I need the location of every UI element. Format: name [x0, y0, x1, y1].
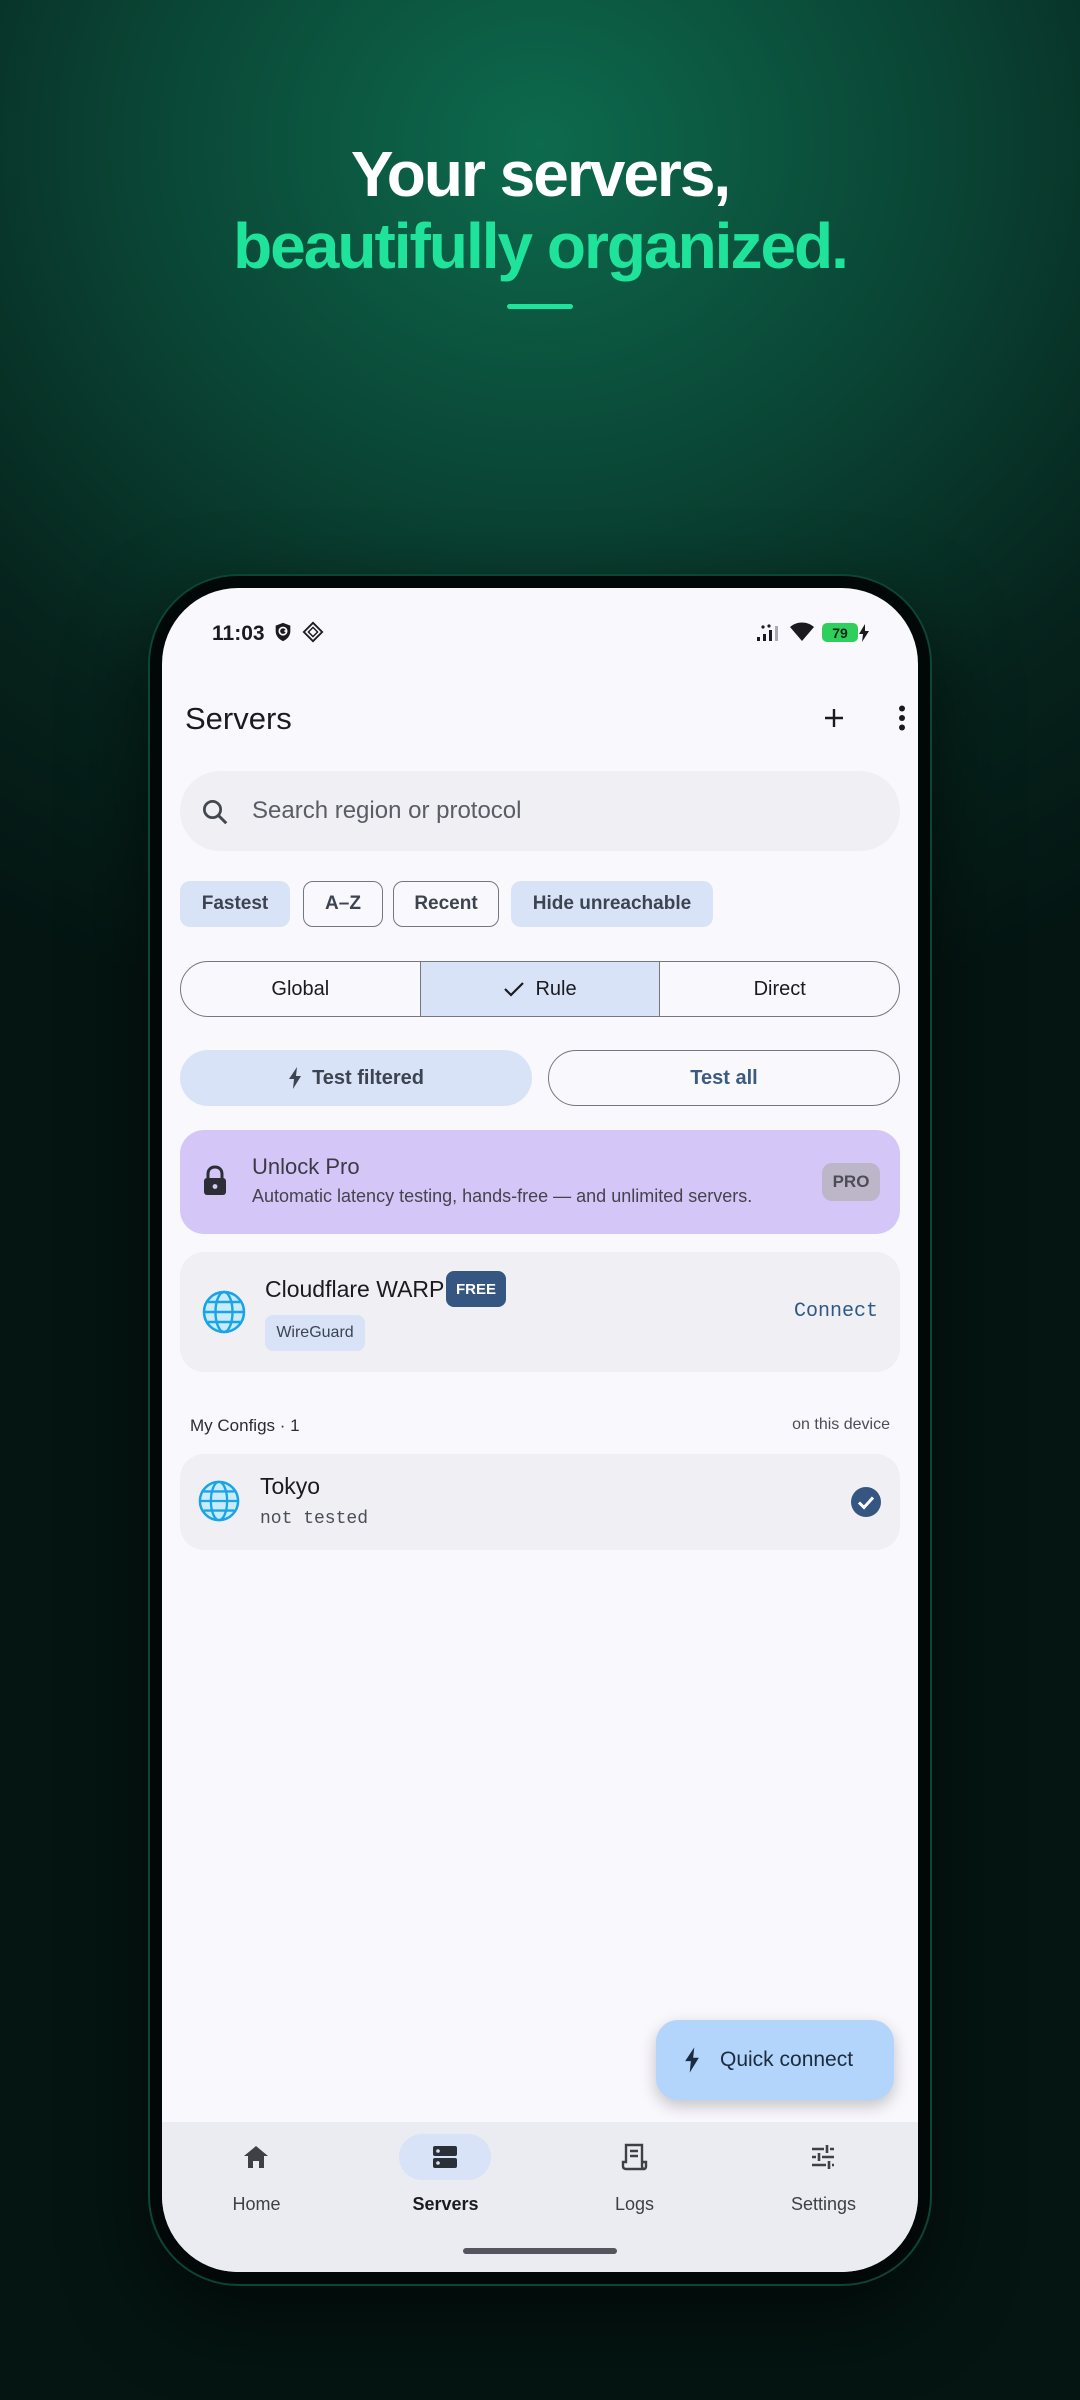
nav-logs-label: Logs: [614, 2194, 655, 2214]
mode-global-label: Global: [271, 977, 330, 1000]
home-icon: [244, 2146, 268, 2168]
page-title: Servers: [185, 701, 292, 736]
config-name: Tokyo: [260, 1473, 321, 1499]
nav-home-label: Home: [232, 2194, 281, 2214]
featured-server-card[interactable]: Cloudflare WARP FREE WireGuard Connect: [180, 1252, 900, 1372]
charging-icon: [858, 624, 870, 647]
config-status: not tested: [260, 1509, 369, 1529]
nav-settings-indicator: [777, 2134, 869, 2180]
check-circle-icon[interactable]: [850, 1486, 882, 1523]
quick-connect-fab[interactable]: Quick connect: [656, 2020, 894, 2100]
nav-home-indicator: [210, 2134, 302, 2180]
mode-rule[interactable]: Rule: [419, 962, 660, 1016]
globe-icon: [198, 1480, 240, 1527]
mode-direct[interactable]: Direct: [659, 962, 899, 1016]
nav-logs[interactable]: Logs: [540, 2122, 729, 2252]
add-server-button[interactable]: [810, 694, 858, 742]
servers-icon: [433, 2146, 457, 2168]
free-badge: FREE: [446, 1271, 506, 1307]
protocol-badge: WireGuard: [265, 1315, 365, 1351]
nav-settings-label: Settings: [790, 2194, 857, 2214]
battery-icon: 79: [822, 623, 858, 642]
mode-direct-label: Direct: [753, 977, 806, 1000]
nav-home[interactable]: Home: [162, 2122, 351, 2252]
connect-button[interactable]: Connect: [794, 1300, 878, 1323]
mode-rule-label: Rule: [535, 977, 577, 1000]
server-name: Cloudflare WARP: [265, 1276, 445, 1302]
chip-hide-unreachable[interactable]: Hide unreachable: [511, 881, 713, 927]
quick-connect-label: Quick connect: [720, 2048, 854, 2071]
configs-section-title: My Configs · 1: [190, 1416, 300, 1435]
chip-fastest[interactable]: Fastest: [180, 881, 290, 927]
config-item[interactable]: Tokyo not tested: [180, 1454, 900, 1550]
headline-underline: [507, 304, 573, 309]
phone-screen: 11:03 79 Servers Fastest A–Z: [162, 588, 918, 2272]
pro-card-subtitle: Automatic latency testing, hands-free — …: [252, 1186, 753, 1206]
vpn-key-icon: [272, 621, 294, 648]
signal-icon: [757, 624, 783, 647]
settings-sliders-icon: [812, 2145, 834, 2169]
more-options-button[interactable]: [878, 694, 918, 742]
lock-icon: [202, 1165, 228, 1202]
test-filtered-label: Test filtered: [312, 1066, 424, 1089]
gesture-home-indicator[interactable]: [463, 2248, 617, 2254]
status-time: 11:03: [212, 622, 265, 645]
more-vert-icon: [899, 705, 905, 731]
unlock-pro-card[interactable]: Unlock Pro Automatic latency testing, ha…: [180, 1130, 900, 1234]
search-input[interactable]: [252, 771, 872, 851]
nav-settings[interactable]: Settings: [729, 2122, 918, 2252]
routing-mode-toggle: Global Rule Direct: [180, 961, 900, 1017]
test-all-label: Test all: [690, 1066, 758, 1089]
wifi-icon: [789, 622, 815, 647]
logs-icon: [621, 2143, 648, 2171]
add-icon: [825, 709, 843, 727]
pro-card-title: Unlock Pro: [252, 1154, 360, 1179]
mode-global[interactable]: Global: [181, 962, 420, 1016]
bolt-icon: [685, 2047, 699, 2073]
promo-headline: Your servers, beautifully organized.: [0, 138, 1080, 309]
configs-location: on this device: [792, 1416, 890, 1433]
headline-line-1: Your servers,: [350, 138, 731, 210]
bolt-icon: [289, 1067, 302, 1089]
globe-icon: [202, 1290, 246, 1339]
nav-servers-indicator: [399, 2134, 491, 2180]
nav-logs-indicator: [588, 2134, 680, 2180]
pro-badge: PRO: [822, 1163, 880, 1201]
check-icon: [504, 982, 525, 997]
test-all-button[interactable]: Test all: [548, 1050, 900, 1106]
test-filtered-button[interactable]: Test filtered: [180, 1050, 532, 1106]
headline-line-2: beautifully organized.: [233, 210, 849, 282]
data-saver-icon: [302, 621, 324, 648]
nav-servers-label: Servers: [412, 2194, 479, 2214]
chip-recent[interactable]: Recent: [393, 881, 499, 927]
search-icon: [200, 797, 230, 832]
battery-level: 79: [832, 624, 848, 641]
nav-servers[interactable]: Servers: [351, 2122, 540, 2252]
search-bar[interactable]: [180, 771, 900, 851]
chip-a-z[interactable]: A–Z: [303, 881, 383, 927]
